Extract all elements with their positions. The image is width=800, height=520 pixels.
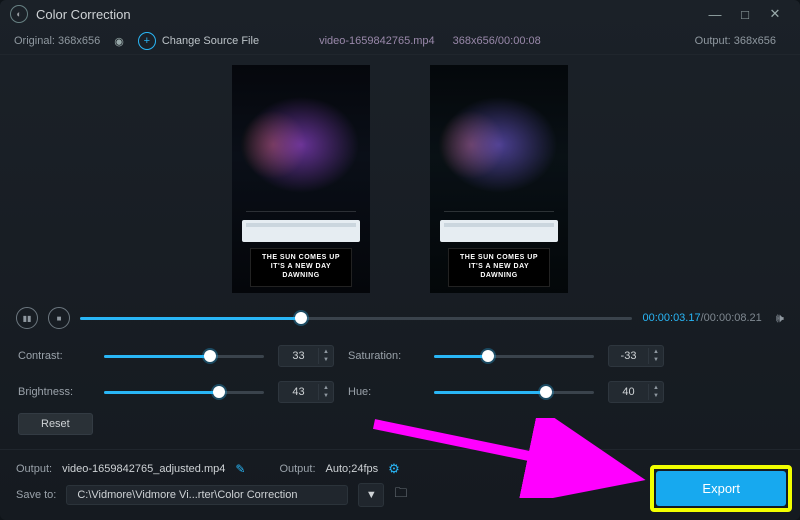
contrast-slider[interactable] [104, 355, 264, 358]
source-dims-duration: 368x656/00:00:08 [453, 35, 541, 47]
chevron-down-icon[interactable]: ▼ [319, 392, 333, 400]
edit-name-icon[interactable]: ✎ [235, 462, 245, 476]
time-total: 00:00:08.21 [704, 312, 762, 324]
saturation-slider[interactable] [434, 355, 594, 358]
adjustment-sliders: Contrast: 33▲▼ Saturation: -33▲▼ Brightn… [0, 339, 800, 407]
chevron-up-icon[interactable]: ▲ [649, 348, 663, 356]
output-format-value: Auto;24fps [326, 463, 379, 475]
minimize-button[interactable]: — [700, 7, 730, 22]
hue-label: Hue: [348, 386, 420, 398]
saturation-label: Saturation: [348, 350, 420, 362]
original-dimensions-label: Original: 368x656 [14, 35, 100, 47]
output-name-value: video-1659842765_adjusted.mp4 [62, 463, 225, 475]
pause-button[interactable]: ▮▮ [16, 307, 38, 329]
preview-area: THE SUN COMES UPIT'S A NEW DAY DAWNING T… [0, 55, 800, 301]
reset-button[interactable]: Reset [18, 413, 93, 435]
source-filename: video-1659842765.mp4 [319, 35, 435, 47]
window-title: Color Correction [36, 7, 131, 22]
output-name-label: Output: [16, 463, 52, 475]
time-current: 00:00:03.17 [642, 312, 700, 324]
timeline-track[interactable] [80, 317, 632, 320]
export-button[interactable]: Export [656, 471, 786, 506]
subtitle-box: THE SUN COMES UPIT'S A NEW DAY DAWNING [250, 248, 352, 287]
timecode: 00:00:03.17/00:00:08.21 [642, 312, 761, 324]
output-settings-icon[interactable]: ⚙ [388, 461, 400, 477]
brightness-value[interactable]: 43▲▼ [278, 381, 334, 403]
timeline-row: ▮▮ ■ 00:00:03.17/00:00:08.21 🕪 [0, 301, 800, 339]
brightness-label: Brightness: [18, 386, 90, 398]
save-to-label: Save to: [16, 489, 56, 501]
output-dimensions-label: Output: 368x656 [695, 35, 776, 47]
saturation-value[interactable]: -33▲▼ [608, 345, 664, 367]
output-format-label: Output: [279, 463, 315, 475]
chevron-up-icon[interactable]: ▲ [649, 384, 663, 392]
app-logo-icon: ◐ [10, 5, 28, 23]
contrast-value[interactable]: 33▲▼ [278, 345, 334, 367]
contrast-label: Contrast: [18, 350, 90, 362]
stop-button[interactable]: ■ [48, 307, 70, 329]
open-folder-icon[interactable]: 🗀 [394, 484, 407, 506]
preview-toggle-icon[interactable]: ◉ [114, 35, 124, 48]
header-info-row: Original: 368x656 ◉ + Change Source File… [0, 28, 800, 55]
title-bar: ◐ Color Correction — □ ✕ [0, 0, 800, 28]
close-button[interactable]: ✕ [760, 6, 790, 22]
brightness-slider[interactable] [104, 391, 264, 394]
change-source-link[interactable]: Change Source File [162, 35, 259, 47]
chevron-down-icon[interactable]: ▼ [649, 356, 663, 364]
hue-slider[interactable] [434, 391, 594, 394]
save-path-dropdown[interactable]: ▼ [358, 483, 384, 507]
chevron-up-icon[interactable]: ▲ [319, 384, 333, 392]
preview-original: THE SUN COMES UPIT'S A NEW DAY DAWNING [232, 65, 370, 293]
add-icon[interactable]: + [138, 32, 156, 50]
chevron-down-icon[interactable]: ▼ [319, 356, 333, 364]
save-to-path[interactable]: C:\Vidmore\Vidmore Vi...rter\Color Corre… [66, 485, 348, 505]
hue-value[interactable]: 40▲▼ [608, 381, 664, 403]
preview-output: THE SUN COMES UPIT'S A NEW DAY DAWNING [430, 65, 568, 293]
maximize-button[interactable]: □ [730, 7, 760, 22]
volume-icon[interactable]: 🕪 [776, 310, 784, 326]
chevron-down-icon[interactable]: ▼ [649, 392, 663, 400]
chevron-up-icon[interactable]: ▲ [319, 348, 333, 356]
subtitle-box: THE SUN COMES UPIT'S A NEW DAY DAWNING [448, 248, 550, 287]
